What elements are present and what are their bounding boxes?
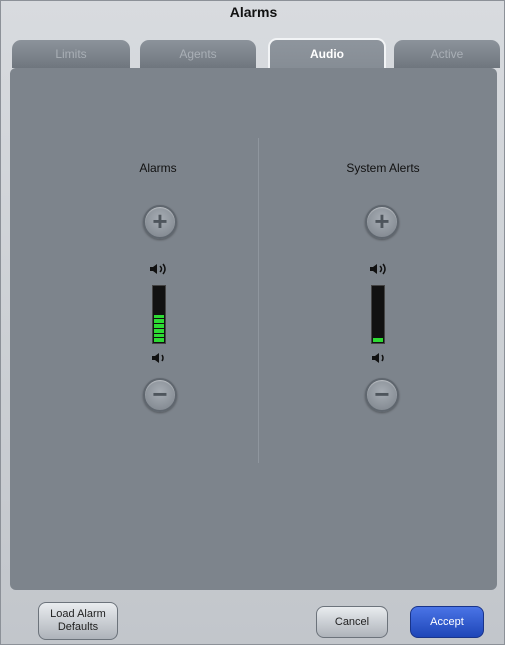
alarms-dialog: Alarms Limits Agents Audio Active Alarms… xyxy=(0,0,505,645)
cancel-button[interactable]: Cancel xyxy=(316,606,388,638)
audio-panel xyxy=(10,68,497,590)
alarms-volume-decrease-button[interactable]: − xyxy=(143,378,177,412)
tab-agents[interactable]: Agents xyxy=(140,40,256,68)
meter-level-segment xyxy=(154,338,164,342)
load-defaults-label-line2: Defaults xyxy=(57,621,99,633)
minus-icon: − xyxy=(374,379,390,409)
alarms-volume-increase-button[interactable]: + xyxy=(143,205,177,239)
tab-limits[interactable]: Limits xyxy=(12,40,130,68)
meter-level-segment xyxy=(154,314,164,319)
plus-icon: + xyxy=(374,206,390,236)
tab-audio[interactable]: Audio xyxy=(268,38,386,71)
meter-level-segment xyxy=(154,324,164,328)
meter-level-segment xyxy=(154,333,164,338)
alarms-volume-meter xyxy=(152,285,166,344)
tab-bar: Limits Agents Audio Active xyxy=(1,23,505,71)
system-alerts-volume-decrease-button[interactable]: − xyxy=(365,378,399,412)
volume-low-icon xyxy=(372,353,384,363)
load-alarm-defaults-button[interactable]: Load Alarm Defaults xyxy=(38,602,118,640)
dialog-title: Alarms xyxy=(229,4,278,20)
system-alerts-label: System Alerts xyxy=(346,161,420,175)
alarms-label: Alarms xyxy=(139,161,177,175)
load-defaults-label-line1: Load Alarm xyxy=(50,608,106,620)
meter-level-segment xyxy=(154,328,164,333)
system-alerts-volume-meter xyxy=(371,285,385,344)
minus-icon: − xyxy=(152,379,168,409)
accept-button[interactable]: Accept xyxy=(410,606,484,638)
column-divider xyxy=(258,138,259,463)
volume-high-icon xyxy=(370,263,386,275)
system-alerts-volume-increase-button[interactable]: + xyxy=(365,205,399,239)
volume-low-icon xyxy=(152,353,164,363)
meter-level-segment xyxy=(154,319,164,323)
tab-active[interactable]: Active xyxy=(394,40,500,68)
plus-icon: + xyxy=(152,206,168,236)
volume-high-icon xyxy=(150,263,166,275)
meter-level-segment xyxy=(373,338,383,342)
